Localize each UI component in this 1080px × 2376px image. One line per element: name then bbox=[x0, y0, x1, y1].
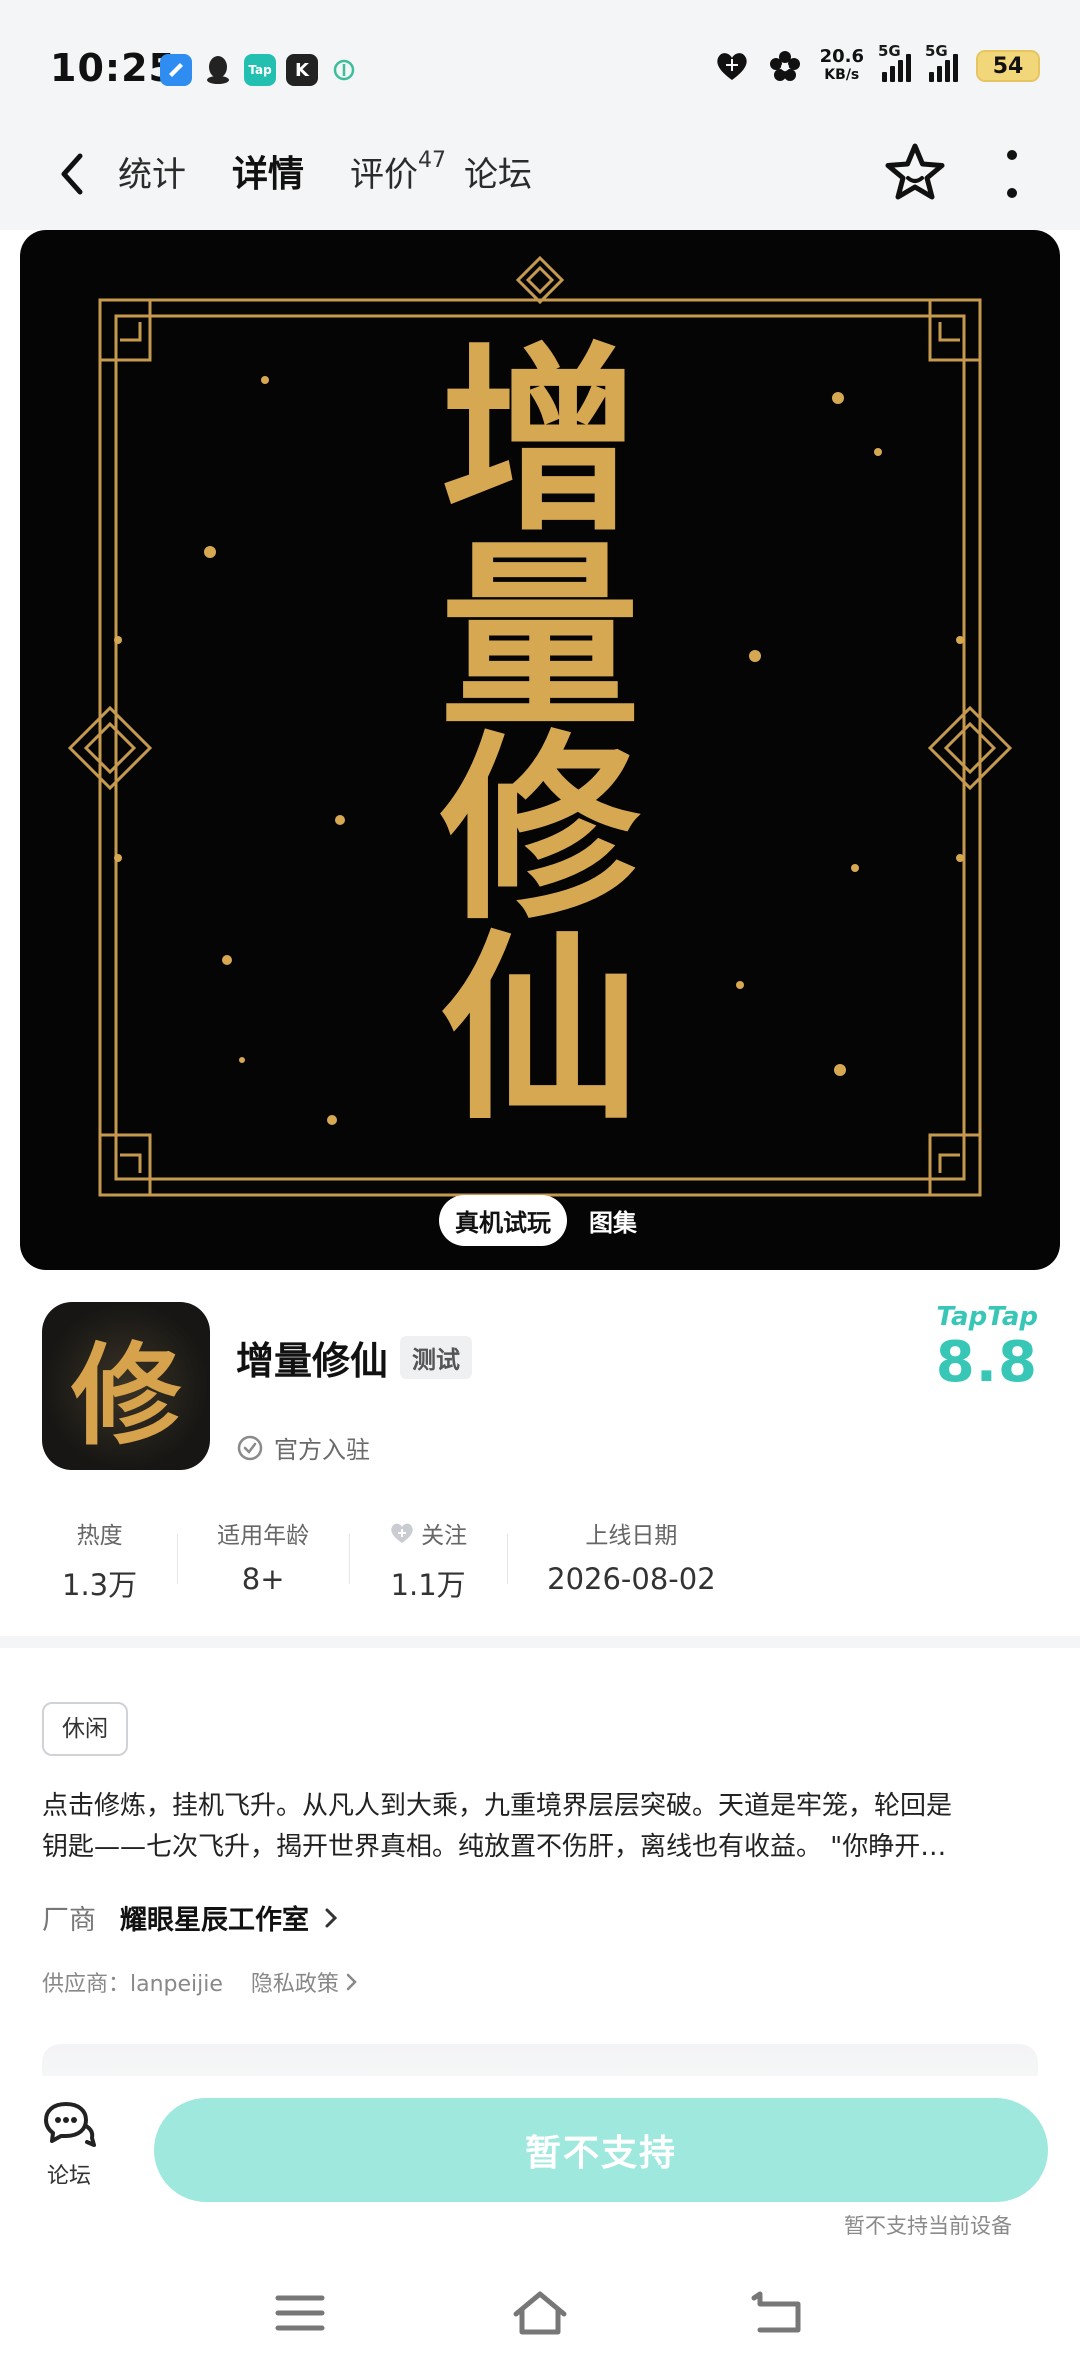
signal-2-icon: 5G bbox=[925, 42, 958, 82]
network-speed: 20.6 KB/s bbox=[819, 46, 864, 84]
favorite-star-icon[interactable] bbox=[880, 138, 950, 208]
forum-button[interactable]: 论坛 bbox=[40, 2098, 98, 2190]
stats-row: 热度 1.3万 适用年龄 8+ 关注 1.1万 上线日期 2026-08-02 bbox=[42, 1516, 756, 1606]
status-bar: 10:25 Tap K 20.6 KB/s 5G 5G 54 bbox=[0, 0, 1080, 120]
art-char-4: 仙 bbox=[439, 912, 640, 1147]
rating-score[interactable]: 8.8 bbox=[936, 1330, 1038, 1395]
app-icon: 修 bbox=[42, 1302, 210, 1470]
back-icon[interactable] bbox=[750, 2290, 810, 2336]
bottom-action-bar: 论坛 暂不支持 暂不支持当前设备 bbox=[0, 2076, 1080, 2246]
taptap-icon: Tap bbox=[244, 54, 276, 86]
developer-name: 耀眼星辰工作室 bbox=[120, 1905, 309, 1936]
cloud-play-button[interactable]: 真机试玩 bbox=[439, 1195, 567, 1246]
menu-icon[interactable] bbox=[270, 2290, 330, 2336]
tab-forum[interactable]: 论坛 bbox=[464, 150, 532, 200]
section-divider bbox=[0, 1636, 1080, 1648]
download-unsupported-button[interactable]: 暂不支持 bbox=[154, 2098, 1048, 2202]
supplier-row: 供应商：lanpeijie 隐私政策 bbox=[42, 1966, 359, 1998]
top-navigation: 统计 详情 评价 47 论坛 bbox=[0, 120, 1080, 230]
taptap-brand: TapTap bbox=[936, 1302, 1038, 1332]
more-options-icon[interactable] bbox=[1004, 150, 1020, 198]
verified-check-icon bbox=[237, 1435, 263, 1460]
gallery-button[interactable]: 图集 bbox=[585, 1195, 641, 1246]
app-blue-icon bbox=[160, 54, 192, 86]
signal-1-icon: 5G bbox=[878, 42, 911, 82]
notification-icons: Tap K bbox=[160, 54, 360, 86]
chevron-right-icon bbox=[325, 1908, 338, 1927]
tab-reviews[interactable]: 评价 47 bbox=[350, 148, 446, 200]
privacy-policy-link[interactable]: 隐私政策 bbox=[251, 1966, 359, 1998]
chevron-right-icon bbox=[346, 1973, 357, 1991]
test-badge: 测试 bbox=[400, 1336, 472, 1379]
banner-media-switch: 真机试玩 图集 bbox=[20, 1195, 1060, 1246]
back-arrow-icon[interactable] bbox=[50, 146, 98, 202]
unsupported-device-note: 暂不支持当前设备 bbox=[844, 2214, 1012, 2238]
game-description[interactable]: 点击修炼，挂机飞升。从凡人到大乘，九重境界层层突破。天道是牢笼，轮回是 钥匙——… bbox=[42, 1786, 1038, 1868]
stat-follow[interactable]: 关注 1.1万 bbox=[349, 1516, 507, 1606]
app-name: 增量修仙 bbox=[236, 1339, 389, 1383]
stat-age-rating: 适用年龄 8+ bbox=[177, 1516, 349, 1606]
official-verified: 官方入驻 bbox=[236, 1430, 370, 1465]
heart-plus-icon bbox=[391, 1523, 413, 1543]
stat-popularity: 热度 1.3万 bbox=[62, 1523, 138, 1602]
review-count: 47 bbox=[418, 148, 447, 173]
game-banner[interactable]: 增 量 修 仙 真机试玩 图集 bbox=[20, 230, 1060, 1270]
tab-bar: 统计 详情 评价 47 论坛 bbox=[118, 148, 532, 200]
supplier-info: 供应商：lanpeijie bbox=[42, 1972, 223, 1997]
qq-icon bbox=[202, 54, 234, 86]
art-char-3: 修 bbox=[439, 712, 640, 947]
battery-indicator: 54 bbox=[976, 50, 1040, 82]
genre-tag[interactable]: 休闲 bbox=[42, 1702, 128, 1756]
status-right: 20.6 KB/s 5G 5G 54 bbox=[714, 42, 1040, 84]
tab-details[interactable]: 详情 bbox=[227, 150, 309, 200]
tab-reviews-label: 评价 bbox=[350, 155, 419, 195]
flower-status-icon bbox=[769, 51, 800, 81]
system-navigation-bar bbox=[0, 2246, 1080, 2376]
art-char-2: 量 bbox=[439, 520, 640, 755]
heart-status-icon bbox=[716, 53, 747, 80]
app-detail-page: 10:25 Tap K 20.6 KB/s 5G 5G 54 统计 详情 评价 … bbox=[0, 0, 1080, 2376]
app-green-icon bbox=[328, 54, 360, 86]
stat-release-date: 上线日期 2026-08-02 bbox=[507, 1516, 756, 1606]
k-app-icon: K bbox=[286, 54, 318, 86]
art-char-1: 增 bbox=[439, 324, 640, 559]
status-time: 10:25 bbox=[50, 46, 176, 90]
developer-label: 厂商 bbox=[42, 1905, 96, 1936]
home-icon[interactable] bbox=[510, 2290, 570, 2336]
tab-stats[interactable]: 统计 bbox=[118, 150, 186, 200]
developer-row[interactable]: 厂商 耀眼星辰工作室 bbox=[42, 1898, 341, 1937]
forum-chat-icon bbox=[44, 2102, 96, 2147]
